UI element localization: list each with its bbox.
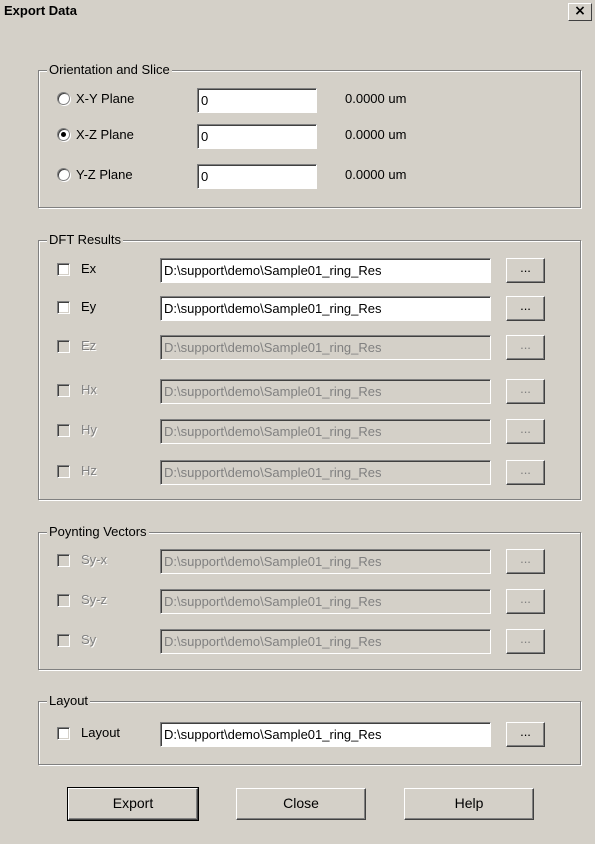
checkbox-ey[interactable] bbox=[57, 301, 70, 314]
checkbox-ex[interactable] bbox=[57, 263, 70, 276]
path-input-ex[interactable]: D:\support\demo\Sample01_ring_Res bbox=[160, 258, 491, 283]
dft-row-ey: Ey D:\support\demo\Sample01_ring_Res ... bbox=[57, 296, 577, 321]
radio-label-xy[interactable]: X-Y Plane bbox=[76, 91, 134, 107]
close-button[interactable]: Close bbox=[236, 788, 366, 820]
poynting-row-sy: Sy D:\support\demo\Sample01_ring_Res ... bbox=[57, 629, 577, 654]
poynting-row-syz: Sy-z D:\support\demo\Sample01_ring_Res .… bbox=[57, 589, 577, 614]
checkbox-label-syz: Sy-z bbox=[81, 592, 107, 607]
browse-button-ey[interactable]: ... bbox=[506, 296, 545, 321]
path-input-hz: D:\support\demo\Sample01_ring_Res bbox=[160, 460, 491, 485]
export-data-dialog: Export Data × Orientation and Slice X-Y … bbox=[0, 0, 595, 844]
close-icon[interactable]: × bbox=[568, 3, 592, 21]
orientation-row-yz: Y-Z Plane 0 0.0000 um bbox=[57, 163, 577, 189]
browse-button-ex[interactable]: ... bbox=[506, 258, 545, 283]
checkbox-label-ex[interactable]: Ex bbox=[81, 261, 96, 277]
radio-label-xz[interactable]: X-Z Plane bbox=[76, 127, 134, 143]
checkbox-label-hz: Hz bbox=[81, 463, 97, 478]
orientation-group: Orientation and Slice X-Y Plane 0 0.0000… bbox=[38, 62, 581, 208]
dft-row-ex: Ex D:\support\demo\Sample01_ring_Res ... bbox=[57, 258, 577, 283]
checkbox-hz bbox=[57, 465, 70, 478]
path-input-ey[interactable]: D:\support\demo\Sample01_ring_Res bbox=[160, 296, 491, 321]
radio-yz-plane[interactable] bbox=[57, 168, 70, 181]
path-input-hx: D:\support\demo\Sample01_ring_Res bbox=[160, 379, 491, 404]
checkbox-ez bbox=[57, 340, 70, 353]
dft-row-ez: Ez D:\support\demo\Sample01_ring_Res ... bbox=[57, 335, 577, 360]
dft-row-hz: Hz D:\support\demo\Sample01_ring_Res ... bbox=[57, 460, 577, 485]
checkbox-label-layout[interactable]: Layout bbox=[81, 725, 120, 741]
help-button[interactable]: Help bbox=[404, 788, 534, 820]
layout-group: Layout Layout D:\support\demo\Sample01_r… bbox=[38, 693, 581, 765]
slice-readout-xz: 0.0000 um bbox=[345, 127, 407, 142]
checkbox-label-sy: Sy bbox=[81, 632, 97, 647]
checkbox-label-ez: Ez bbox=[81, 338, 97, 353]
dft-row-hx: Hx D:\support\demo\Sample01_ring_Res ... bbox=[57, 379, 577, 404]
poynting-vectors-legend: Poynting Vectors bbox=[47, 524, 149, 540]
path-input-layout[interactable]: D:\support\demo\Sample01_ring_Res bbox=[160, 722, 491, 747]
checkbox-syz bbox=[57, 594, 70, 607]
path-input-ez: D:\support\demo\Sample01_ring_Res bbox=[160, 335, 491, 360]
export-button[interactable]: Export bbox=[67, 787, 199, 821]
slice-input-yz[interactable]: 0 bbox=[197, 164, 317, 189]
browse-button-layout[interactable]: ... bbox=[506, 722, 545, 747]
checkbox-label-hy: Hy bbox=[81, 422, 97, 437]
checkbox-label-hx: Hx bbox=[81, 382, 97, 397]
dft-results-legend: DFT Results bbox=[47, 232, 123, 248]
slice-input-xy[interactable]: 0 bbox=[197, 88, 317, 113]
orientation-row-xz: X-Z Plane 0 0.0000 um bbox=[57, 123, 577, 149]
layout-legend: Layout bbox=[47, 693, 91, 709]
checkbox-layout[interactable] bbox=[57, 727, 70, 740]
slice-readout-xy: 0.0000 um bbox=[345, 91, 407, 106]
layout-row: Layout D:\support\demo\Sample01_ring_Res… bbox=[57, 722, 577, 747]
browse-button-hy: ... bbox=[506, 419, 545, 444]
radio-label-yz[interactable]: Y-Z Plane bbox=[76, 167, 133, 183]
window-title: Export Data bbox=[4, 3, 77, 18]
orientation-legend: Orientation and Slice bbox=[47, 62, 172, 78]
poynting-vectors-group: Poynting Vectors Sy-x D:\support\demo\Sa… bbox=[38, 524, 581, 670]
checkbox-sy bbox=[57, 634, 70, 647]
path-input-syx: D:\support\demo\Sample01_ring_Res bbox=[160, 549, 491, 574]
dft-row-hy: Hy D:\support\demo\Sample01_ring_Res ... bbox=[57, 419, 577, 444]
slice-readout-yz: 0.0000 um bbox=[345, 167, 407, 182]
checkbox-label-syx: Sy-x bbox=[81, 552, 107, 567]
checkbox-syx bbox=[57, 554, 70, 567]
checkbox-hx bbox=[57, 384, 70, 397]
path-input-syz: D:\support\demo\Sample01_ring_Res bbox=[160, 589, 491, 614]
path-input-sy: D:\support\demo\Sample01_ring_Res bbox=[160, 629, 491, 654]
radio-xz-plane[interactable] bbox=[57, 128, 70, 141]
dft-results-group: DFT Results Ex D:\support\demo\Sample01_… bbox=[38, 232, 581, 500]
browse-button-hx: ... bbox=[506, 379, 545, 404]
slice-input-xz[interactable]: 0 bbox=[197, 124, 317, 149]
browse-button-hz: ... bbox=[506, 460, 545, 485]
title-bar: Export Data × bbox=[0, 0, 595, 22]
poynting-row-syx: Sy-x D:\support\demo\Sample01_ring_Res .… bbox=[57, 549, 577, 574]
browse-button-sy: ... bbox=[506, 629, 545, 654]
checkbox-hy bbox=[57, 424, 70, 437]
radio-xy-plane[interactable] bbox=[57, 92, 70, 105]
browse-button-syx: ... bbox=[506, 549, 545, 574]
checkbox-label-ey[interactable]: Ey bbox=[81, 299, 96, 315]
browse-button-ez: ... bbox=[506, 335, 545, 360]
browse-button-syz: ... bbox=[506, 589, 545, 614]
orientation-row-xy: X-Y Plane 0 0.0000 um bbox=[57, 87, 577, 113]
path-input-hy: D:\support\demo\Sample01_ring_Res bbox=[160, 419, 491, 444]
radio-selected-dot bbox=[61, 132, 66, 137]
